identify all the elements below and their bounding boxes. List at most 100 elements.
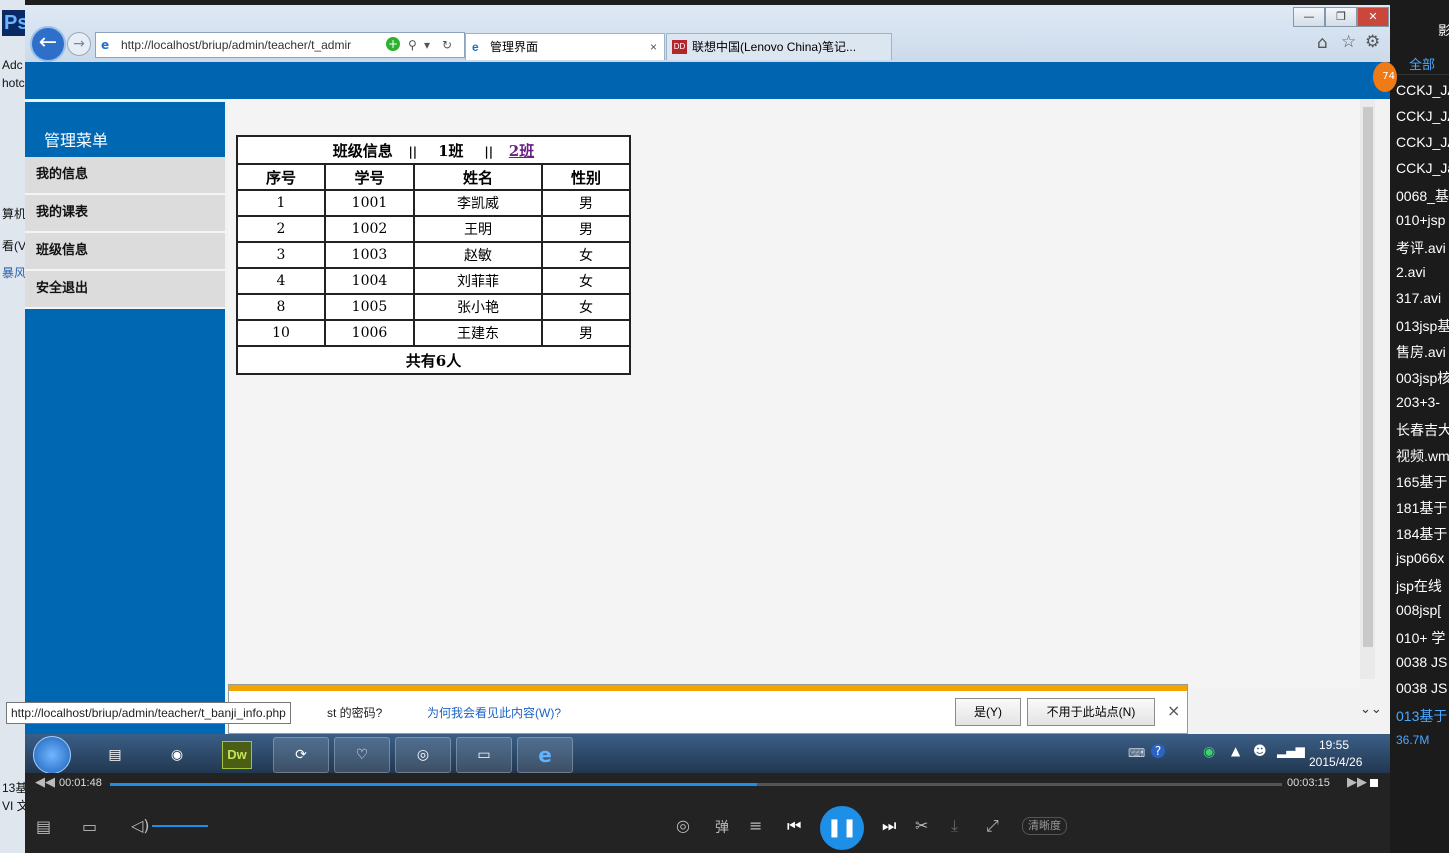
pause-button[interactable]: ❚❚ — [820, 806, 864, 850]
eye-icon[interactable]: ◎ — [676, 816, 690, 835]
playlist-icon[interactable]: ▤ — [36, 817, 51, 836]
tray-expand-icon[interactable]: ▲ — [1231, 744, 1240, 758]
playlist-item[interactable]: 003jsp核 — [1396, 368, 1449, 388]
playlist-item[interactable]: 013基于 — [1396, 706, 1447, 726]
scissors-icon[interactable]: ✂ — [915, 816, 928, 835]
refresh-icon[interactable]: ↻ — [442, 33, 452, 57]
heart-app-icon[interactable]: ♡ — [334, 737, 390, 773]
lenovo-favicon-icon: DD — [672, 40, 687, 54]
clock-date[interactable]: 2015/4/26 — [1309, 755, 1362, 769]
cell-index: 3 — [236, 241, 326, 269]
cell-gender: 女 — [541, 293, 631, 321]
explorer-folder-icon[interactable]: ▭ — [456, 737, 512, 773]
address-bar[interactable]: e http://localhost/briup/admin/teacher/t… — [95, 32, 465, 58]
yes-button[interactable]: 是(Y) — [955, 698, 1021, 726]
fast-forward-icon[interactable]: ▶▶ — [1347, 775, 1367, 790]
playlist-item[interactable]: CCKJ_JA — [1396, 134, 1449, 150]
danmaku-toggle[interactable]: 弹 — [715, 817, 729, 837]
fullscreen-icon[interactable]: ⤢ — [986, 816, 999, 836]
qq-icon[interactable]: ☻ — [1253, 744, 1267, 759]
class2-link[interactable]: 2班 — [509, 142, 534, 160]
clock-time[interactable]: 19:55 — [1319, 738, 1349, 752]
wifi-tray-icon[interactable]: ◉ — [1203, 744, 1215, 760]
scrollbar-thumb[interactable] — [1363, 107, 1373, 647]
stop-icon[interactable] — [1370, 779, 1378, 787]
playlist-item[interactable]: 008jsp[ — [1396, 602, 1441, 618]
sidebar-item-my-schedule[interactable]: 我的课表 — [25, 195, 225, 233]
playlist-item[interactable]: 0038 JS — [1396, 680, 1447, 696]
help-icon[interactable]: ? — [1151, 744, 1165, 758]
playlist-item[interactable]: 0038 JS — [1396, 654, 1447, 670]
compat-view-icon[interactable]: + — [386, 37, 400, 51]
cell-gender: 男 — [541, 319, 631, 347]
forward-button[interactable]: → — [67, 32, 91, 56]
class1-label: 1班 — [438, 141, 464, 160]
playlist-item[interactable]: 165基于 — [1396, 472, 1447, 492]
table-row: 2 1002 王明 男 — [236, 215, 631, 243]
sidebar-item-class-info[interactable]: 班级信息 — [25, 233, 225, 271]
table-caption: 班级信息 || 1班 || 2班 — [236, 135, 631, 165]
sync-app-icon[interactable]: ⟳ — [273, 737, 329, 773]
playlist-panel: 影 全部 CCKJ_JA CCKJ_JA CCKJ_JA CCKJ_Ja 0068_基 0… — [1390, 0, 1449, 853]
eclipse-icon[interactable]: ◉ — [149, 737, 205, 773]
playlist-item[interactable]: 视频.wm — [1396, 446, 1449, 466]
playlist-item[interactable]: 317.avi — [1396, 290, 1441, 306]
playlist-item[interactable]: 2.avi — [1396, 264, 1426, 280]
volume-icon[interactable]: ◁) — [131, 816, 150, 835]
close-window-button[interactable]: ✕ — [1357, 7, 1389, 27]
notification-badge[interactable]: 74 — [1373, 62, 1397, 92]
favorites-star-icon[interactable]: ☆ — [1341, 32, 1356, 52]
playlist-item[interactable]: 181基于 — [1396, 498, 1447, 518]
home-icon[interactable]: ⌂ — [1317, 33, 1328, 53]
chevron-down-icon[interactable]: ▾ — [424, 33, 430, 57]
playlist-item[interactable]: 长春吉大 — [1396, 420, 1449, 440]
ie-taskbar-icon[interactable]: e — [517, 737, 573, 773]
dreamweaver-icon[interactable]: Dw — [222, 741, 252, 769]
why-link[interactable]: 为何我会看见此内容(W)? — [427, 704, 561, 721]
next-icon[interactable]: ⏭ — [882, 816, 896, 836]
playlist-item[interactable]: jsp066x — [1396, 550, 1444, 566]
rewind-icon[interactable]: ◀◀ — [35, 775, 55, 790]
previous-icon[interactable]: ⏮ — [787, 816, 801, 836]
sidebar-item-my-info[interactable]: 我的信息 — [25, 157, 225, 195]
tab-admin[interactable]: e 管理界面 × — [465, 33, 665, 60]
chevron-down-icon[interactable]: ⌄⌄ — [1360, 702, 1382, 717]
tab-close-icon[interactable]: × — [650, 34, 657, 60]
search-icon[interactable]: ⚲ — [408, 33, 417, 57]
tab-lenovo[interactable]: DD 联想中国(Lenovo China)笔记... — [666, 33, 892, 60]
equalizer-icon[interactable]: ≡ — [749, 816, 762, 835]
start-orb-icon[interactable] — [33, 736, 71, 774]
playlist-item[interactable]: 010+ 学 — [1396, 628, 1445, 648]
playlist-item[interactable]: CCKJ_JA — [1396, 82, 1449, 98]
never-for-site-button[interactable]: 不用于此站点(N) — [1027, 698, 1155, 726]
gear-icon[interactable]: ⚙ — [1365, 32, 1380, 52]
minimize-button[interactable]: — — [1293, 7, 1325, 27]
close-icon[interactable]: × — [1167, 701, 1180, 720]
photoshop-icon[interactable]: Ps — [2, 10, 25, 36]
vertical-scrollbar[interactable] — [1360, 99, 1375, 679]
back-button[interactable]: ← — [30, 26, 66, 62]
volume-slider[interactable] — [152, 825, 208, 827]
playlist-item[interactable]: 203+3- — [1396, 394, 1440, 410]
seek-bar[interactable] — [110, 783, 1282, 786]
playlist-item[interactable]: 0068_基 — [1396, 186, 1449, 206]
maximize-button[interactable]: ❐ — [1325, 7, 1357, 27]
ie-page-icon: e — [101, 38, 110, 52]
playlist-tab-all[interactable]: 全部 — [1409, 54, 1435, 73]
open-folder-icon[interactable]: ▭ — [82, 817, 97, 836]
wifi-app-icon[interactable]: ◎ — [395, 737, 451, 773]
playlist-item[interactable]: 考评.avi — [1396, 238, 1446, 258]
playlist-item[interactable]: CCKJ_Ja — [1396, 160, 1449, 176]
playlist-item[interactable]: 184基于 — [1396, 524, 1447, 544]
playlist-item[interactable]: jsp在线 — [1396, 576, 1442, 596]
quality-button[interactable]: 清晰度 — [1022, 817, 1067, 835]
strip-label: hotc — [2, 76, 25, 90]
playlist-item[interactable]: CCKJ_JA — [1396, 108, 1449, 124]
sidebar-item-logout[interactable]: 安全退出 — [25, 271, 225, 309]
text-editor-icon[interactable]: ▤ — [87, 737, 143, 773]
playlist-item[interactable]: 010+jsp — [1396, 212, 1445, 228]
keyboard-icon[interactable]: ⌨ — [1128, 746, 1145, 760]
playlist-item[interactable]: 013jsp基 — [1396, 316, 1449, 336]
playlist-item[interactable]: 售房.avi — [1396, 342, 1446, 362]
download-icon[interactable]: ⤓ — [951, 816, 958, 836]
